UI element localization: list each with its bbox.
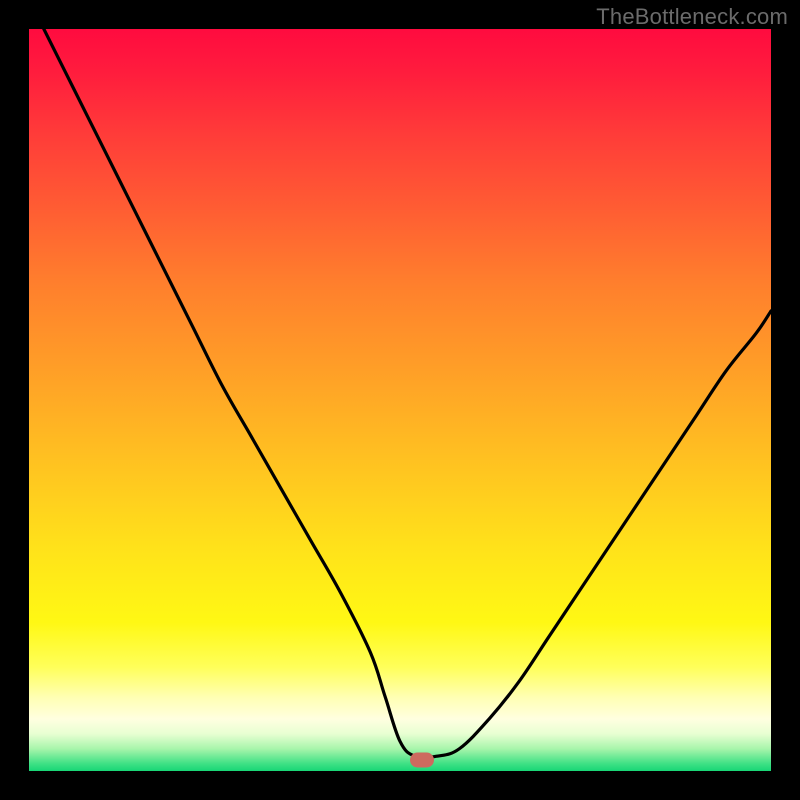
watermark-text: TheBottleneck.com [596, 4, 788, 30]
optimal-point-marker [410, 752, 434, 767]
curve-svg [29, 29, 771, 771]
plot-area [29, 29, 771, 771]
bottleneck-curve [44, 29, 771, 758]
chart-frame: TheBottleneck.com [0, 0, 800, 800]
